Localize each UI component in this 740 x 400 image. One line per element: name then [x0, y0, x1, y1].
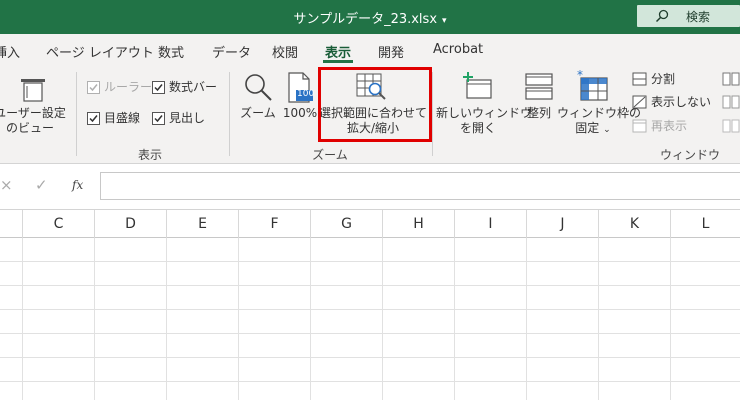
view-side-by-side-icon[interactable]	[721, 72, 740, 86]
ribbon-separator	[76, 72, 77, 156]
tab-developer[interactable]: 開発	[378, 42, 404, 61]
ruler-check-box[interactable]	[87, 81, 100, 94]
headings-check-box[interactable]	[152, 112, 165, 125]
search-box[interactable]: 検索	[637, 5, 740, 27]
tab-view[interactable]: 表示	[325, 42, 351, 61]
search-label: 検索	[686, 10, 711, 24]
reset-window-position-icon[interactable]	[721, 119, 740, 133]
magnifier-icon	[245, 74, 272, 101]
show-group-label: 表示	[137, 148, 162, 162]
check-icon	[154, 115, 163, 123]
ribbon-separator	[432, 72, 433, 156]
unhide-icon	[632, 119, 647, 133]
check-icon	[89, 115, 98, 123]
column-header[interactable]: C	[23, 210, 95, 238]
tab-formulas[interactable]: 数式	[158, 42, 184, 61]
search-icon	[655, 9, 669, 23]
split-label: 分割	[651, 72, 676, 86]
headings-label: 見出し	[169, 111, 206, 125]
active-tab-indicator	[323, 60, 353, 63]
zoom-group-label: ズーム	[312, 148, 348, 162]
column-header[interactable]: K	[599, 210, 671, 238]
custom-views-label-1: ユーザー設定	[0, 106, 66, 120]
svg-text:*: *	[577, 70, 583, 82]
formula-bar: × ✓ fx	[0, 164, 740, 210]
column-header[interactable]: L	[671, 210, 740, 238]
ruler-label: ルーラー	[104, 80, 153, 94]
insert-function-icon[interactable]: fx	[72, 178, 83, 192]
tab-review[interactable]: 校閲	[272, 42, 298, 61]
ribbon-tabs: 挿入 ページ レイアウト 数式 データ 校閲 表示 開発 Acrobat	[0, 34, 740, 64]
title-dropdown-icon[interactable]: ▾	[442, 16, 447, 26]
check-icon	[89, 84, 98, 92]
check-icon	[154, 84, 163, 92]
column-header[interactable]: F	[239, 210, 311, 238]
tab-data[interactable]: データ	[212, 42, 251, 61]
split-icon	[632, 72, 647, 86]
column-header[interactable]: D	[95, 210, 167, 238]
formula-input[interactable]	[100, 172, 740, 200]
hide-icon	[632, 95, 647, 109]
column-header-partial[interactable]	[0, 210, 23, 238]
column-header[interactable]: H	[383, 210, 455, 238]
arrange-icon	[525, 73, 553, 100]
gridlines-check-box[interactable]	[87, 112, 100, 125]
title-bar: サンプルデータ_23.xlsx ▾ 検索	[0, 0, 740, 34]
formula-bar-label: 数式バー	[169, 80, 218, 94]
tab-page-layout[interactable]: ページ レイアウト	[46, 42, 154, 61]
enter-icon[interactable]: ✓	[35, 176, 48, 194]
freeze-panes-label-2: 固定 ⌄	[575, 121, 611, 135]
formula-bar-check-box[interactable]	[152, 81, 165, 94]
tab-acrobat[interactable]: Acrobat	[433, 42, 483, 57]
freeze-panes-icon: *	[577, 70, 608, 101]
zoom-label: ズーム	[240, 106, 276, 120]
tab-insert[interactable]: 挿入	[0, 42, 20, 61]
window-group-label: ウィンドウ	[659, 148, 720, 162]
hide-label: 表示しない	[651, 95, 712, 109]
ribbon-separator	[229, 72, 230, 156]
synchronous-scrolling-icon[interactable]	[721, 95, 740, 109]
column-header[interactable]: J	[527, 210, 599, 238]
highlight-box	[318, 67, 432, 142]
cancel-icon[interactable]: ×	[0, 176, 13, 194]
gridlines-label: 目盛線	[104, 111, 141, 125]
arrange-label: 整列	[526, 106, 551, 120]
zoom-100-icon-text: 100	[297, 89, 315, 99]
unhide-label: 再表示	[651, 119, 688, 133]
freeze-panes-label-1: ウィンドウ枠の	[557, 106, 642, 120]
column-header[interactable]: G	[311, 210, 383, 238]
zoom-100-label: 100%	[282, 106, 318, 120]
cell-grid[interactable]	[0, 238, 740, 400]
column-headers: C D E F G H I J K L	[0, 210, 740, 238]
window-title[interactable]: サンプルデータ_23.xlsx ▾	[0, 8, 740, 27]
column-header[interactable]: E	[167, 210, 239, 238]
new-window-label-2: を開く	[459, 121, 496, 135]
new-window-label-1: 新しいウィンドウ	[436, 106, 533, 120]
freeze-dropdown-icon: ⌄	[603, 125, 611, 135]
custom-views-label-2: のビュー	[5, 121, 54, 135]
column-header[interactable]: I	[455, 210, 527, 238]
new-window-icon	[463, 72, 492, 99]
custom-views-icon	[21, 79, 45, 102]
